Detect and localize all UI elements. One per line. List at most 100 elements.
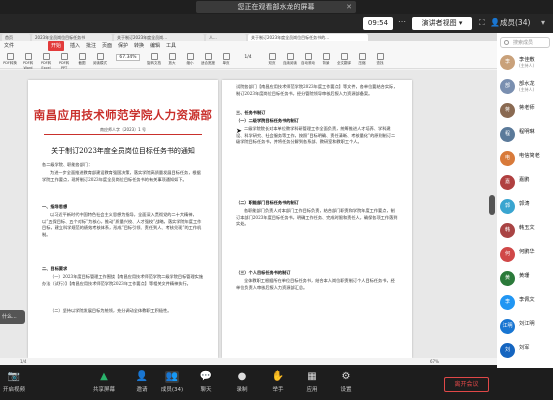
tool-zoom-out[interactable]: 缩小 [182,53,198,66]
tool-pdf-convert[interactable]: PDF转换 [2,53,18,66]
side-tip[interactable]: 什么... [0,310,25,324]
chevron-down-icon[interactable]: ▾ [541,18,545,27]
search-input[interactable]: 搜索成员 [500,37,550,48]
start-video-button[interactable]: 📷 开启视频 [0,371,28,393]
tool-translate[interactable]: 全文翻译 [336,53,352,66]
participant-item[interactable]: 部部水龙 (主持人) [497,77,553,99]
tool-continuous[interactable]: 连续阅读 [282,53,298,66]
participant-item[interactable]: 李李佳敷 (主持人) [497,53,553,75]
menu-insert[interactable]: 插入 [70,41,80,51]
compress-icon [358,53,366,60]
participant-name: 郭涛 [519,201,530,207]
paragraph: 各职能部门负责人对本部门工作目标负责，结合部门职责和学院年度工作要点，制订本部门… [236,208,398,227]
share-screen-icon: ▲ [100,371,108,382]
participant-role: (主持人) [519,63,535,68]
participants-icon: 👥 [165,371,179,383]
excel-icon [42,53,50,60]
chat-icon: 💬 [199,371,213,382]
participant-name: 刘军 [519,345,530,351]
tool-autoscroll[interactable]: 自动滚动 [300,53,316,66]
avatar: 程 [500,127,515,142]
menu-protect[interactable]: 保护 [118,41,128,51]
gear-icon: ⚙ [341,371,351,382]
fit-width-icon [204,53,212,60]
participant-item[interactable]: 郭郭涛 [497,197,553,219]
tab-document-1[interactable]: 2023年全员岗位目标任务书 [32,34,112,41]
tool-compress[interactable]: 压缩 [354,53,370,66]
rotate-icon [150,53,158,60]
document-toolbar: PDF转换 PDF转Word PDF转Excel PDF转PPT 截图 阅读模式… [0,51,497,70]
participant-item[interactable]: 黄黄珊 [497,269,553,291]
menu-start[interactable]: 开始 [48,41,65,51]
zoom-field[interactable]: 67.34% [116,54,140,61]
participant-item[interactable]: 程程明琳 [497,125,553,147]
tool-pdf-excel[interactable]: PDF转Excel [38,53,54,70]
tool-rotate[interactable]: 旋转文档 [146,53,162,66]
menu-tools[interactable]: 工具 [166,41,176,51]
raise-hand-button[interactable]: ✋ 举手 [264,371,292,393]
participant-item[interactable]: 刘刘军 [497,341,553,363]
menu-comment[interactable]: 批注 [86,41,96,51]
scrollbar[interactable] [489,195,495,215]
tab-home[interactable]: 首页 [2,34,30,41]
tool-pdf-word[interactable]: PDF转Word [20,53,36,70]
share-screen-button[interactable]: ▲ 共享屏幕 [90,371,118,393]
tool-single-page[interactable]: 单页 [218,53,234,66]
participants-button[interactable]: 👥 成员(34) [158,371,186,393]
participant-item[interactable]: 何何鹏华 [497,245,553,267]
participant-item[interactable]: 江明 刘江明 [497,317,553,339]
meeting-clock: 09:54 [363,17,393,30]
members-count[interactable]: 成员(34) [500,17,530,28]
section-heading: 二、目标要求 [42,266,68,271]
leave-meeting-button[interactable]: 离开会议 [444,377,489,392]
tool-double-page[interactable]: 双页 [264,53,280,66]
participants-panel: 搜索成员 李李佳敷 (主持人) 部部水龙 (主持人) 蒋蒋老师程程明琳电电信简老嘉嘉鹏郭… [497,33,553,368]
tool-fit-width[interactable]: 适合宽度 [200,53,216,66]
menu-file[interactable]: 文件 [4,41,14,51]
ppt-icon [60,53,68,60]
tool-zoom-in[interactable]: 放大 [164,53,180,66]
tool-screenshot[interactable]: 截图 [74,53,90,66]
continuous-icon [286,53,294,60]
apps-icon: ▦ [307,371,317,382]
page-indicator[interactable]: 1/4 [236,54,260,61]
video-off-icon: 📷 [7,371,21,382]
tab-document-3[interactable]: 人... [206,34,246,41]
record-button[interactable]: ● 录制 [228,371,256,393]
background-icon [322,53,330,60]
paragraph: （二）坚持以学院发展目标为统领，充分调动全体教职工积极性。 [50,308,172,313]
view-switch-button[interactable]: 演讲者视图 ▾ [412,17,472,30]
participant-item[interactable]: 蒋蒋老师 [497,101,553,123]
document-viewport[interactable]: 南昌应用技术师范学院人力资源部 南应师人字〔2023〕1 号 关于制订2023年… [0,70,497,358]
participant-item[interactable]: 电电信简老 [497,149,553,171]
tool-search[interactable]: 查找 [372,53,388,66]
screen-share-banner: 您正在观看部水龙的屏幕 ✕ [196,1,356,13]
participant-item[interactable]: 嘉嘉鹏 [497,173,553,195]
participant-name: 嘉鹏 [519,177,530,183]
menu-convert[interactable]: 转换 [134,41,144,51]
tool-background[interactable]: 背景 [318,53,334,66]
avatar: 何 [500,247,515,262]
tab-document-active[interactable]: 关于制订2023年度全员岗位目标任务书的... [248,34,368,41]
tool-pdf-ppt[interactable]: PDF转PPT [56,53,72,70]
menu-edit[interactable]: 编辑 [150,41,160,51]
autoscroll-icon [304,53,312,60]
tool-reading-mode[interactable]: 阅读模式 [92,53,108,66]
apps-button[interactable]: ▦ 应用 [298,371,326,393]
menu-page[interactable]: 页面 [102,41,112,51]
paragraph: 二级学院院长对本单位教学科研管理工作全面负责，统筹推进人才培养、学科建设、科学研… [236,126,396,145]
fullscreen-icon[interactable]: ⛶ [479,18,485,28]
more-icon[interactable]: ⋯ [398,17,406,26]
close-icon[interactable]: ✕ [346,1,352,13]
participant-item[interactable]: 韩韩玉文 [497,221,553,243]
invite-button[interactable]: 👤 邀请 [128,371,156,393]
settings-button[interactable]: ⚙ 设置 [332,371,360,393]
participant-item[interactable]: 李李佩文 [497,293,553,315]
paragraph: 试院各部门【南昌应用技术师范学院2023年度工作要点】等文件，各单位要结合实际，… [236,84,398,96]
tab-document-2[interactable]: 关于制订2023年度全员岗... [114,34,204,41]
participant-name: 刘江明 [519,321,535,327]
document-reference: 南应师人字〔2023〕1 号 [100,127,146,132]
avatar: 部 [500,79,515,94]
section-heading: （一）二级学院目标任务书的制订 [236,118,299,123]
chat-button[interactable]: 💬 聊天 [192,371,220,393]
